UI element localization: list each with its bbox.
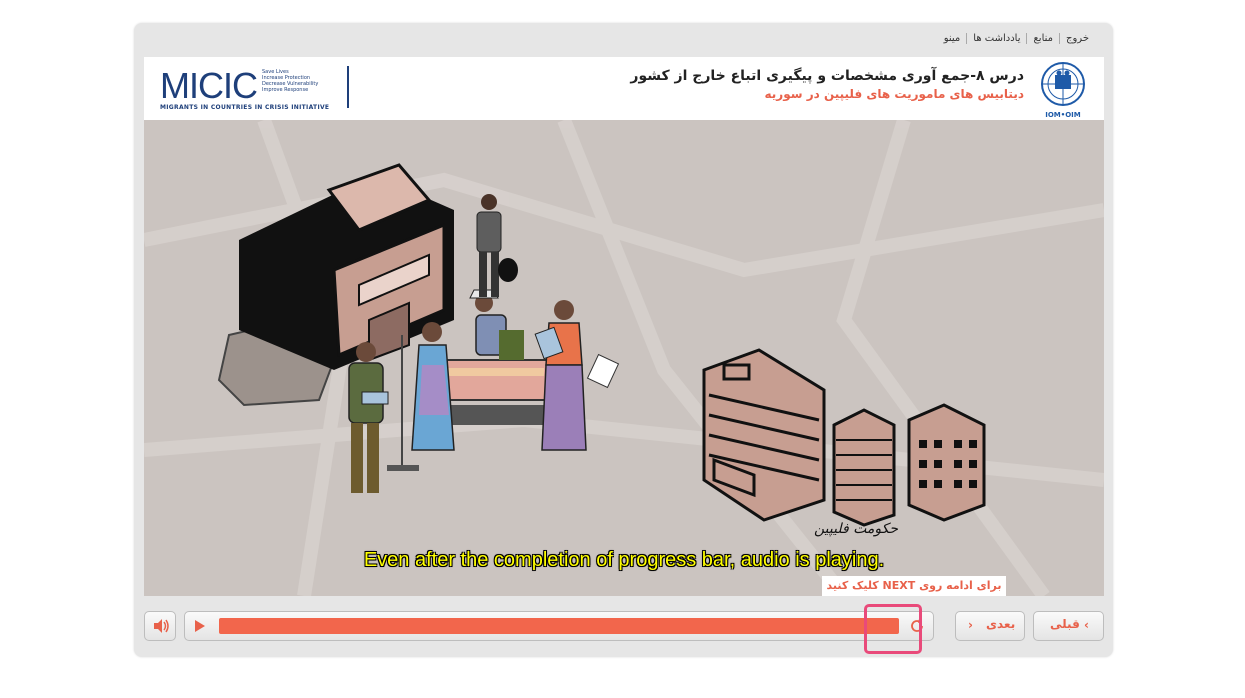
next-label: بعدی (986, 617, 1016, 631)
next-button[interactable]: بعدی ‹ (955, 611, 1025, 641)
speaker-icon (154, 619, 169, 633)
continue-hint: برای ادامه روی NEXT کلیک کنید (822, 576, 1006, 596)
person-man-sawing (469, 289, 524, 360)
logo-divider (347, 66, 349, 108)
chevron-left-icon: ‹ (968, 618, 973, 632)
progress-fill (219, 618, 899, 634)
annotation-highlight-box (864, 604, 922, 654)
building-label: حکومت فلیپین (814, 521, 898, 537)
globe-emblem-icon (1041, 62, 1085, 106)
resources-link[interactable]: منابع (1026, 33, 1059, 44)
chevron-right-icon: › (1084, 618, 1089, 632)
iom-logo: IOM•OIM (1034, 61, 1092, 119)
notes-link[interactable]: یادداشت ها (966, 33, 1026, 44)
seekbar-container (184, 611, 934, 641)
government-buildings (702, 348, 986, 527)
lesson-title: درس ۸-جمع آوری مشخصات و پیگیری اتباع خار… (630, 68, 1024, 84)
previous-button[interactable]: قبلی › (1033, 611, 1104, 641)
micic-logo: MICIC Save Lives Increase Protection Dec… (160, 65, 330, 111)
menu-link[interactable]: مینو (938, 33, 967, 44)
micic-tagline: Save Lives Increase Protection Decrease … (262, 69, 319, 93)
lesson-stage: حکومت فلیپین Even after the completion o… (144, 120, 1104, 596)
progress-track[interactable] (219, 618, 899, 634)
play-button-icon[interactable] (195, 620, 205, 632)
lesson-title-block: درس ۸-جمع آوری مشخصات و پیگیری اتباع خار… (630, 68, 1024, 101)
person-man-with-bag (476, 194, 518, 297)
scene-illustration: حکومت فلیپین (144, 120, 1104, 596)
lesson-subtitle: دیتابیس های ماموریت های فلیپین در سوریه (764, 87, 1025, 101)
previous-label: قبلی (1050, 617, 1080, 631)
course-player: خروج منابع یادداشت ها مینو MICIC Save Li… (134, 23, 1113, 657)
exit-link[interactable]: خروج (1059, 33, 1095, 44)
course-header: MICIC Save Lives Increase Protection Dec… (144, 57, 1104, 120)
person-man-with-tablet (348, 342, 389, 493)
top-navigation: خروج منابع یادداشت ها مینو (938, 33, 1095, 44)
flying-paper (586, 353, 620, 389)
work-table (443, 359, 555, 425)
volume-button[interactable] (144, 611, 176, 641)
shop-building (239, 163, 454, 370)
player-controls: بعدی ‹ قبلی › (144, 611, 1104, 645)
caption-subtitle: Even after the completion of progress ba… (363, 549, 885, 571)
